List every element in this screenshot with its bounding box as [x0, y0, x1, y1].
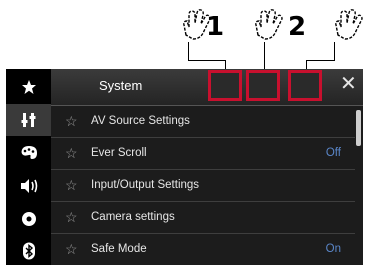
star-icon[interactable]: ☆ — [65, 178, 78, 192]
sidebar-item-bluetooth[interactable] — [6, 235, 51, 267]
callout-leader-3-h — [306, 60, 335, 61]
list-item[interactable]: ☆ AV Source Settings — [51, 106, 355, 138]
sidebar-item-disc[interactable] — [6, 203, 51, 235]
scrollbar-thumb[interactable] — [356, 110, 361, 146]
callout-2: 2 — [252, 0, 322, 68]
list-item-label: Safe Mode — [91, 243, 147, 255]
callout-leader-1-h — [188, 60, 226, 61]
audio-icon — [20, 179, 37, 193]
device-screen: System ✕ ☆ AV Source Settings ☆ Ever Scr… — [6, 69, 363, 265]
list-item[interactable]: ☆ Camera settings — [51, 202, 355, 234]
list-item-label: Ever Scroll — [91, 147, 147, 159]
callout-number: 2 — [288, 12, 307, 42]
touch-hand-icon — [255, 9, 283, 40]
highlighted-button-3[interactable] — [288, 70, 322, 101]
sidebar-item-audio[interactable] — [6, 170, 51, 202]
list-item-label: Camera settings — [91, 211, 175, 223]
list-item[interactable]: ☆ Ever Scroll Off — [51, 138, 355, 170]
touch-hand-icon — [335, 9, 363, 40]
sidebar-item-settings[interactable] — [6, 104, 51, 136]
sidebar — [6, 69, 51, 265]
title-bar: System ✕ — [51, 69, 363, 106]
page-title: System — [99, 78, 143, 93]
callout-leader-3 — [334, 42, 335, 61]
list-item[interactable]: ☆ Input/Output Settings — [51, 170, 355, 202]
scrollbar[interactable] — [355, 106, 363, 265]
disc-icon — [21, 212, 36, 226]
bluetooth-icon — [22, 242, 35, 260]
list-item-value: On — [325, 243, 341, 255]
callout-leader-1 — [188, 42, 189, 61]
settings-panel: System ✕ ☆ AV Source Settings ☆ Ever Scr… — [51, 69, 363, 265]
close-icon[interactable]: ✕ — [340, 74, 357, 94]
settings-list: ☆ AV Source Settings ☆ Ever Scroll Off ☆… — [51, 106, 355, 266]
callout-leader-2 — [264, 42, 265, 71]
theme-icon — [21, 146, 37, 159]
settings-icon — [21, 113, 35, 127]
star-icon[interactable]: ☆ — [65, 146, 78, 160]
callout-number: 1 — [206, 12, 225, 42]
star-icon[interactable]: ☆ — [65, 210, 78, 224]
list-item-value: Off — [325, 147, 341, 159]
star-icon[interactable]: ☆ — [65, 242, 78, 256]
sidebar-item-theme[interactable] — [6, 137, 51, 169]
list-item-label: Input/Output Settings — [91, 179, 200, 191]
star-icon[interactable]: ☆ — [65, 114, 78, 128]
sidebar-item-favorites[interactable] — [6, 71, 51, 103]
highlighted-button-2[interactable] — [246, 70, 280, 101]
list-item-label: AV Source Settings — [91, 115, 190, 127]
list-item[interactable]: ☆ Safe Mode On — [51, 234, 355, 266]
callout-1: 1 — [180, 0, 250, 68]
star-icon — [21, 80, 36, 94]
callout-3 — [330, 0, 369, 68]
highlighted-button-1[interactable] — [208, 70, 242, 101]
